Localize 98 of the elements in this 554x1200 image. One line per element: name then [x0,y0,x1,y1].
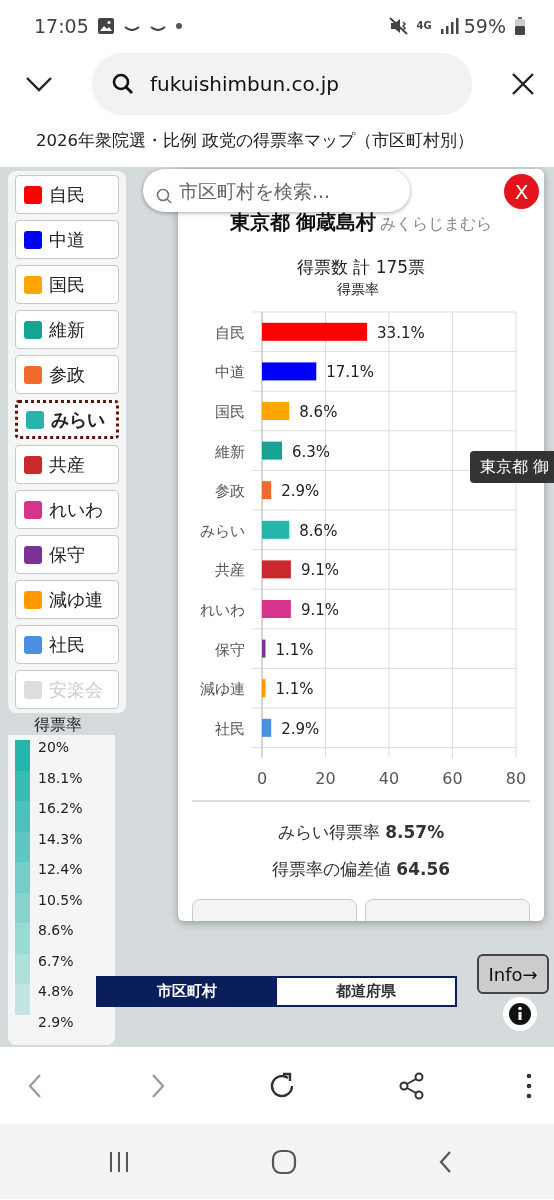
vote-total: 得票数 計 175票 [295,256,427,279]
value-label: 33.1% [377,323,425,342]
bar [262,559,291,578]
category-label: 維新 [215,442,245,461]
toggle-option[interactable]: 都道府県 [276,978,455,1005]
scale-label: 4.8% [38,982,75,1001]
scale-label: 8.6% [38,921,75,940]
scale-label: 2.9% [38,1012,75,1032]
search-icon [156,187,172,204]
bar [262,480,272,499]
info-icon[interactable] [503,997,537,1031]
scale-label: 16.2% [38,799,83,818]
value-label: 8.6% [299,521,338,540]
image-icon [96,17,115,35]
scale-label: 10.5% [38,890,83,910]
value-label: 9.1% [300,560,339,579]
scale-swatch [15,984,30,1015]
scale-swatch [15,862,30,893]
scale-label: 14.3% [38,829,83,849]
category-label: 減ゆ連 [200,679,245,698]
value-label: 2.9% [281,481,320,500]
value-label: 17.1% [326,362,374,381]
recent-apps-icon[interactable] [108,1149,130,1174]
deviation-text: 得票率の偏差値 64.56 [270,858,452,881]
tick-label: 0 [256,768,268,788]
mute-icon [388,16,409,36]
page-title: 2026年衆院選・比例 政党の得票率マップ（市区町村別） [35,130,476,152]
toggle-option[interactable]: 市区町村 [98,978,277,1005]
value-label: 1.1% [275,679,314,698]
bar [262,599,291,618]
bar [262,678,266,697]
bar [262,401,290,420]
category-label: 国民 [215,402,245,421]
bar [262,718,272,737]
value-label: 1.1% [275,640,314,659]
party-button[interactable]: 減ゆ連 [15,580,119,619]
dot-icon [174,22,183,30]
scale-swatch [15,801,30,832]
scale-swatch [15,740,30,771]
party-button[interactable]: れいわ [15,490,119,529]
party-button[interactable]: 参政 [15,355,119,394]
battery-icon [514,17,526,35]
scale-label: 6.7% [38,951,75,971]
clock: 17:05 [34,13,89,39]
scale-swatch [15,923,30,954]
category-label: みらい [200,521,245,540]
more-icon[interactable] [526,1072,532,1099]
close-icon[interactable] [510,70,536,97]
chart-title: 得票率 [336,279,380,299]
home-icon[interactable] [271,1148,297,1175]
tooltip: 東京都 御 [470,451,554,483]
category-label: れいわ [200,600,245,619]
party-button[interactable]: 社民 [15,625,119,664]
category-label: 共産 [215,560,245,579]
scale-swatch [15,953,30,984]
share-icon[interactable] [399,1071,425,1100]
tick-label: 40 [378,768,400,788]
party-button[interactable]: 自民 [15,175,119,214]
category-label: 自民 [215,323,245,342]
address-bar[interactable]: fukuishimbun.co.jp [92,52,472,115]
scale-swatch [15,892,30,923]
bar [262,361,317,380]
back-icon[interactable] [438,1149,454,1174]
party-button[interactable]: 国民 [15,265,119,304]
tick-label: 80 [505,768,527,788]
party-button[interactable]: 共産 [15,445,119,484]
scale-label: 20% [38,738,71,757]
bar [262,441,282,460]
tick-label: 60 [442,768,463,788]
party-button[interactable]: 維新 [15,310,119,349]
category-label: 社民 [215,719,245,738]
place-reading: みくらじまむら [380,214,493,233]
scale-swatch [15,831,30,862]
bar [262,639,266,658]
value-label: 2.9% [281,719,320,738]
scale-label: 12.4% [38,860,83,879]
search-field[interactable]: 市区町村を検索... [143,169,410,212]
value-label: 9.1% [300,600,339,619]
place-name: 東京都 御蔵島村 [229,210,377,234]
scale-label: 18.1% [38,768,83,788]
category-label: 保守 [215,640,245,659]
tick-label: 20 [315,768,336,788]
scale-swatch [15,770,30,801]
bar [262,520,290,539]
party-button[interactable]: 保守 [15,535,119,574]
value-label: 6.3% [292,442,331,461]
value-label: 8.6% [299,402,338,421]
rate-text: みらい得票率 8.57% [276,820,446,844]
signal-icon [439,17,460,35]
party-button[interactable]: みらい [15,400,119,439]
info-button[interactable]: Info→ [477,954,549,994]
category-label: 中道 [215,362,245,381]
legend-title: 得票率 [34,714,82,736]
party-button[interactable]: 中道 [15,220,119,259]
battery-level: 59% [463,13,506,39]
category-label: 参政 [215,481,245,500]
network-label: 4G [416,21,432,31]
search-icon [112,72,134,95]
